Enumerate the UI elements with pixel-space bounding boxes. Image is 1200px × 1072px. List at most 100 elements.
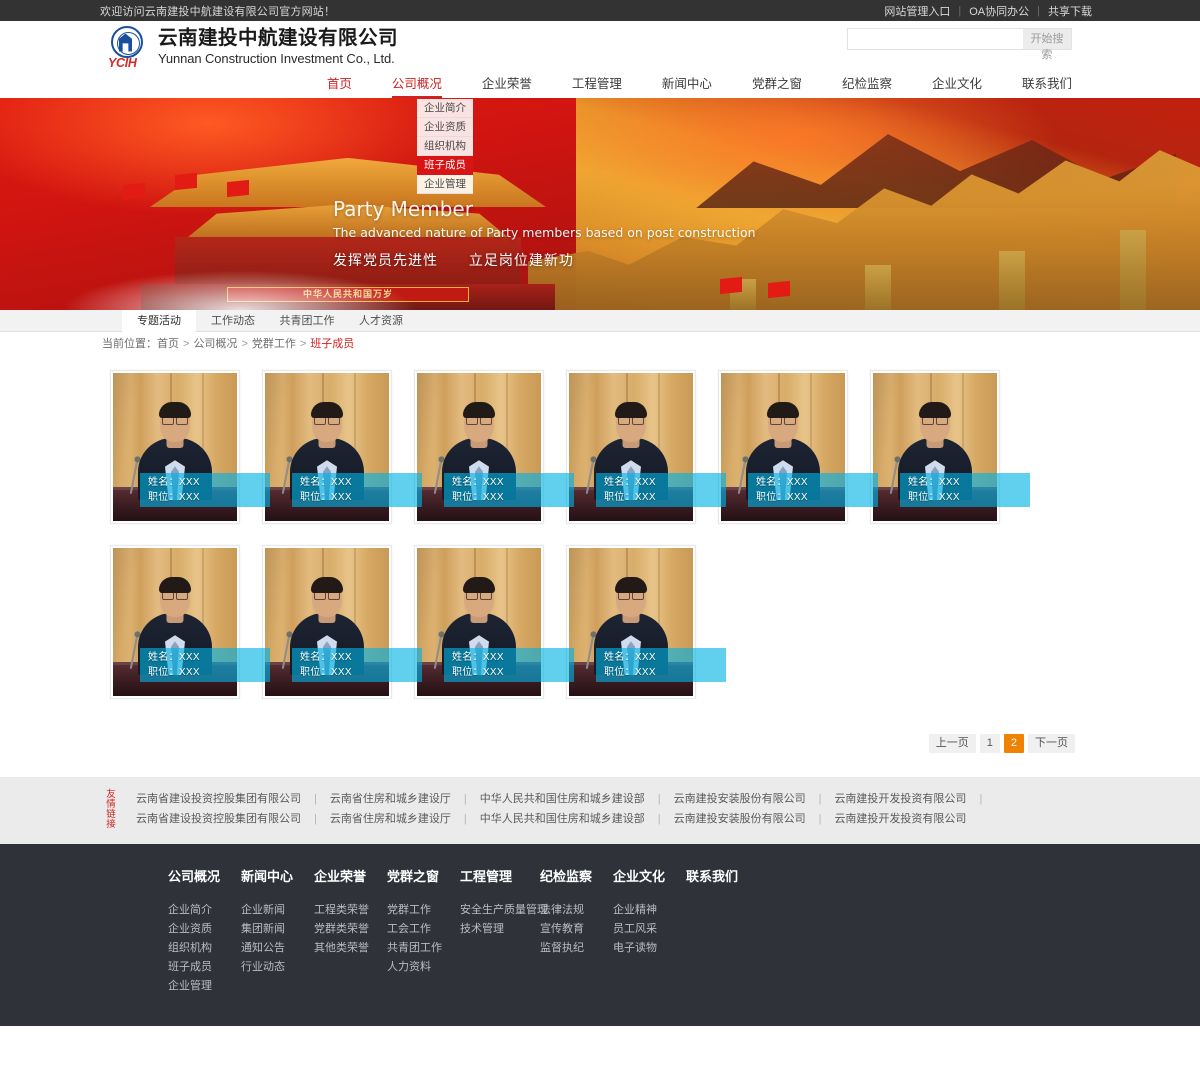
footer-link[interactable]: 工会工作 [387,920,460,939]
friend-link[interactable]: 中华人民共和国住房和城乡建设部 [480,809,645,829]
footer-link[interactable]: 企业精神 [613,901,686,920]
friend-link[interactable]: 云南省住房和城乡建设厅 [330,809,451,829]
footer-link[interactable]: 技术管理 [460,920,540,939]
nav-item-project-management[interactable]: 工程管理 [572,73,622,98]
member-card[interactable]: 姓名：XXX 职位：XXX [262,370,422,524]
tab-special-activities[interactable]: 专题活动 [122,310,196,332]
member-name: 姓名：XXX [148,477,200,488]
member-label-text: 姓名：XXX 职位：XXX [604,650,656,680]
footer-link[interactable]: 组织机构 [168,939,241,958]
member-name: 姓名：XXX [148,652,200,663]
member-card[interactable]: 姓名：XXX 职位：XXX [414,545,574,699]
link-site-admin[interactable]: 网站管理入口 [876,3,958,19]
footer-link[interactable]: 人力资料 [387,958,460,977]
dropdown-item-leadership[interactable]: 班子成员 [417,156,473,175]
pagination-page-2[interactable]: 2 [1003,734,1024,753]
breadcrumb-item-company-profile[interactable]: 公司概况 [193,338,237,350]
footer-link[interactable]: 员工风采 [613,920,686,939]
footer-column-title[interactable]: 工程管理 [460,866,540,885]
friend-link-separator: | [657,813,661,825]
link-oa-office[interactable]: OA协同办公 [961,3,1037,19]
footer-link[interactable]: 工程类荣誉 [314,901,387,920]
footer-link[interactable]: 其他类荣誉 [314,939,387,958]
nav-item-news-center[interactable]: 新闻中心 [662,73,712,98]
site-logo[interactable]: YCIH 云南建投中航建设有限公司 Yunnan Construction In… [108,26,398,70]
footer-link[interactable]: 安全生产质量管理 [460,901,548,920]
search-button[interactable]: 开始搜索 [1023,29,1071,61]
member-label-text: 姓名：XXX 职位：XXX [452,475,504,505]
footer-link[interactable]: 党群工作 [387,901,460,920]
tab-youth-league-work[interactable]: 共青团工作 [270,310,344,332]
banner-slogan-left: 发挥党员先进性 [333,252,438,268]
footer-link[interactable]: 宣传教育 [540,920,613,939]
nav-item-discipline-inspection[interactable]: 纪检监察 [842,73,892,98]
member-card[interactable]: 姓名：XXX 职位：XXX [566,370,726,524]
footer-link[interactable]: 集团新闻 [241,920,314,939]
footer-column-title[interactable]: 新闻中心 [241,866,314,885]
footer-link[interactable]: 行业动态 [241,958,314,977]
member-card[interactable]: 姓名：XXX 职位：XXX [718,370,878,524]
footer-column-title[interactable]: 企业文化 [613,866,686,885]
member-card[interactable]: 姓名：XXX 职位：XXX [414,370,574,524]
member-card[interactable]: 姓名：XXX 职位：XXX [262,545,422,699]
footer-column-title[interactable]: 党群之窗 [387,866,460,885]
person-hair [159,402,191,419]
footer-link[interactable]: 班子成员 [168,958,241,977]
footer-link[interactable]: 企业资质 [168,920,241,939]
member-card[interactable]: 姓名：XXX 职位：XXX [110,370,270,524]
friend-link[interactable]: 云南建投安装股份有限公司 [674,809,806,829]
friend-link[interactable]: 云南省建设投资控股集团有限公司 [136,789,301,809]
nav-item-party-window[interactable]: 党群之窗 [752,73,802,98]
search-input[interactable] [848,29,1023,49]
member-card[interactable]: 姓名：XXX 职位：XXX [110,545,270,699]
member-title: 职位：XXX [604,492,656,503]
nav-item-home[interactable]: 首页 [327,73,352,98]
breadcrumb-sep-2: > [241,338,248,350]
breadcrumb-item-party-work[interactable]: 党群工作 [252,338,296,350]
person-hair [311,402,343,419]
footer-column-title[interactable]: 公司概况 [168,866,241,885]
footer-link[interactable]: 电子读物 [613,939,686,958]
breadcrumb-prefix: 当前位置： [102,338,157,350]
pagination-page-1[interactable]: 1 [979,734,1000,753]
friend-links-section: 友情链接 云南省建设投资控股集团有限公司 | 云南省住房和城乡建设厅 | 中华人民共和国… [0,777,1200,844]
nav-dropdown-company-profile: 企业简介 企业资质 组织机构 班子成员 企业管理 [417,99,473,194]
tab-work-updates[interactable]: 工作动态 [196,310,270,332]
footer-column-title[interactable]: 企业荣誉 [314,866,387,885]
member-card[interactable]: 姓名：XXX 职位：XXX [566,545,726,699]
footer-link[interactable]: 企业新闻 [241,901,314,920]
nav-item-enterprise-honor[interactable]: 企业荣誉 [482,73,532,98]
dropdown-item-company-intro[interactable]: 企业简介 [417,99,473,118]
pagination-prev[interactable]: 上一页 [928,734,976,753]
dropdown-item-enterprise-management[interactable]: 企业管理 [417,175,473,194]
footer-link[interactable]: 法律法规 [540,901,613,920]
footer-column: 党群之窗党群工作 工会工作 共青团工作 人力资料 [387,866,460,996]
tab-talent-resources[interactable]: 人才资源 [344,310,418,332]
dropdown-item-qualifications[interactable]: 企业资质 [417,118,473,137]
page-banner: 中华人民共和国万岁 Party Member The advanced natu… [0,98,1200,310]
breadcrumb-item-home[interactable]: 首页 [157,338,179,350]
link-share-download[interactable]: 共享下载 [1040,3,1100,19]
friend-link-separator: | [463,793,467,805]
footer-link[interactable]: 监督执纪 [540,939,613,958]
nav-item-company-profile[interactable]: 公司概况 [391,73,442,98]
footer-link[interactable]: 共青团工作 [387,939,460,958]
footer-link[interactable]: 企业简介 [168,901,241,920]
footer-link[interactable]: 通知公告 [241,939,314,958]
nav-item-contact-us[interactable]: 联系我们 [1022,73,1072,98]
pagination-next[interactable]: 下一页 [1028,734,1075,753]
banner-slogan-cn: 发挥党员先进性 立足岗位建新功 [333,250,756,270]
friend-link[interactable]: 云南建投开发投资有限公司 [834,809,966,829]
friend-link[interactable]: 云南建投开发投资有限公司 [834,789,966,809]
friend-link[interactable]: 云南建投安装股份有限公司 [674,789,806,809]
footer-column-title[interactable]: 纪检监察 [540,866,613,885]
friend-link[interactable]: 云南省建设投资控股集团有限公司 [136,809,301,829]
dropdown-item-organization[interactable]: 组织机构 [417,137,473,156]
footer-link[interactable]: 企业管理 [168,977,241,996]
member-card[interactable]: 姓名：XXX 职位：XXX [870,370,1030,524]
footer-column-title[interactable]: 联系我们 [686,866,759,885]
nav-item-corporate-culture[interactable]: 企业文化 [932,73,982,98]
footer-link[interactable]: 党群类荣誉 [314,920,387,939]
friend-link[interactable]: 云南省住房和城乡建设厅 [330,789,451,809]
friend-link[interactable]: 中华人民共和国住房和城乡建设部 [480,789,645,809]
